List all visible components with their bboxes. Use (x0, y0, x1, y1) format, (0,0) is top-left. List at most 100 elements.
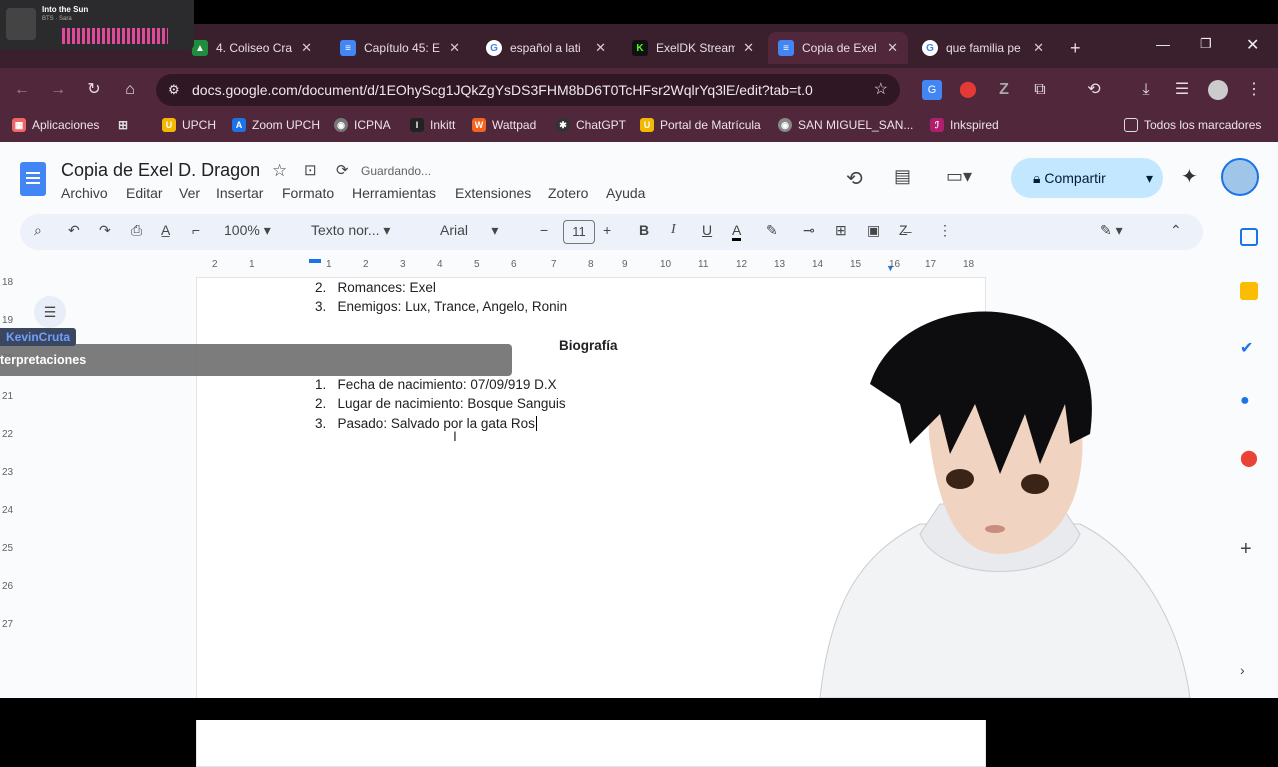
add-comment-icon[interactable]: ⊞ (835, 222, 847, 239)
close-icon[interactable]: ✕ (743, 40, 754, 56)
redo-icon[interactable]: ↷ (99, 222, 111, 239)
print-icon[interactable]: ⎙ (131, 222, 142, 239)
search-menus-icon[interactable]: ⌕ (34, 222, 42, 239)
maps-icon[interactable]: ⬤ (1240, 448, 1258, 467)
editing-mode-icon[interactable]: ✎ ▾ (1100, 222, 1123, 239)
menu-ayuda[interactable]: Ayuda (606, 185, 645, 201)
forward-icon[interactable]: → (48, 80, 68, 100)
star-icon[interactable]: ☆ (272, 161, 287, 181)
bookmark-zoom-upch[interactable]: A Zoom UPCH (232, 118, 320, 132)
zoom-select[interactable]: 100% ▾ (224, 222, 271, 239)
bold-icon[interactable]: B (639, 222, 649, 238)
outline-icon[interactable]: ☰ (34, 296, 66, 328)
font-select[interactable]: Arial ▾ (440, 222, 498, 239)
globe-icon: ◉ (334, 118, 348, 132)
italic-icon[interactable]: I (671, 222, 676, 238)
restore-icon[interactable]: ❐ (1200, 36, 1212, 52)
keep-icon[interactable] (1240, 282, 1258, 300)
tab-exeldk-stream[interactable]: K ExelDK Stream ✕ (622, 32, 764, 64)
highlight-icon[interactable]: ✎ (766, 222, 778, 239)
bookmark-label: Portal de Matrícula (660, 118, 761, 132)
close-icon[interactable]: ✕ (887, 40, 898, 56)
add-addon-icon[interactable]: + (1240, 538, 1258, 560)
history-icon[interactable]: ⟲ (1084, 80, 1104, 100)
gemini-icon[interactable]: ✦ (1181, 164, 1198, 189)
reload-icon[interactable]: ↻ (84, 80, 104, 100)
version-history-icon[interactable]: ⟲ (846, 166, 863, 191)
menu-insertar[interactable]: Insertar (216, 185, 263, 201)
move-folder-icon[interactable]: ⊡ (304, 161, 317, 179)
bookmark-icpna[interactable]: ◉ ICPNA (334, 118, 391, 132)
comments-icon[interactable]: ▤ (894, 166, 911, 187)
close-icon[interactable]: ✕ (595, 40, 606, 56)
bookmark-grid[interactable]: ⊞ (116, 118, 130, 132)
bookmark-inkspired[interactable]: ℐ Inkspired (930, 118, 999, 132)
more-menu-icon[interactable]: ⋮ (1244, 80, 1264, 100)
tab-espanol[interactable]: G español a lati ✕ (476, 32, 616, 64)
zotero-extension-icon[interactable]: Z (994, 80, 1014, 100)
extensions-icon[interactable]: ⧉ (1030, 80, 1050, 100)
bookmark-san-miguel[interactable]: ◉ SAN MIGUEL_SAN... (778, 118, 913, 132)
tab-que-familia[interactable]: G que familia pe ✕ (912, 32, 1054, 64)
bookmark-label: Inkspired (950, 118, 999, 132)
menu-editar[interactable]: Editar (126, 185, 163, 201)
translate-extension-icon[interactable]: G (922, 80, 942, 100)
all-bookmarks[interactable]: Todos los marcadores (1124, 118, 1261, 132)
new-tab-button[interactable]: + (1060, 32, 1088, 64)
insert-image-icon[interactable]: ▣ (867, 222, 880, 239)
bookmark-star-icon[interactable]: ☆ (874, 74, 888, 106)
menu-ver[interactable]: Ver (179, 185, 200, 201)
contacts-icon[interactable]: ● (1240, 392, 1258, 410)
calendar-icon[interactable] (1240, 228, 1258, 246)
minimize-icon[interactable]: — (1156, 36, 1170, 52)
menu-extensiones[interactable]: Extensiones (455, 185, 531, 201)
underline-icon[interactable]: U (702, 222, 712, 238)
tab-copia-exel[interactable]: ≡ Copia de Exel ✕ (768, 32, 908, 64)
docs-logo-icon[interactable] (20, 162, 46, 196)
text-color-icon[interactable]: A (732, 222, 742, 241)
tab-capitulo[interactable]: ≡ Capítulo 45: E ✕ (330, 32, 470, 64)
link-icon[interactable]: ⊸ (803, 222, 815, 239)
menu-formato[interactable]: Formato (282, 185, 334, 201)
tasks-icon[interactable]: ✔ (1240, 338, 1258, 357)
bookmark-portal-matricula[interactable]: U Portal de Matrícula (640, 118, 761, 132)
meet-icon[interactable]: ▭▾ (946, 166, 972, 187)
adblock-extension-icon[interactable]: ⬤ (958, 80, 978, 100)
window-close-icon[interactable]: ✕ (1246, 35, 1259, 55)
more-options-icon[interactable]: ⋮ (938, 222, 952, 239)
account-avatar[interactable] (1221, 158, 1259, 196)
share-button[interactable]: 🔒︎ Compartir ▾ (1011, 158, 1163, 198)
clear-format-icon[interactable]: Z̶ (899, 222, 908, 238)
site-info-icon[interactable]: ⚙ (168, 74, 180, 106)
back-icon[interactable]: ← (12, 80, 32, 100)
close-icon[interactable]: ✕ (449, 40, 460, 56)
bookmark-wattpad[interactable]: W Wattpad (472, 118, 536, 132)
menu-zotero[interactable]: Zotero (548, 185, 588, 201)
chevron-down-icon[interactable]: ▾ (1146, 158, 1153, 198)
address-bar[interactable]: ⚙ docs.google.com/document/d/1EOhyScg1JQ… (156, 74, 900, 106)
chevron-right-icon[interactable]: › (1240, 662, 1258, 680)
paint-format-icon[interactable]: ⌐ (192, 222, 200, 238)
close-icon[interactable]: ✕ (1033, 40, 1044, 56)
download-icon[interactable]: ⤓ (1136, 80, 1156, 100)
menu-herramientas[interactable]: Herramientas (352, 185, 436, 201)
decrease-font-size-icon[interactable]: − (540, 222, 548, 238)
bookmark-chatgpt[interactable]: ✱ ChatGPT (556, 118, 626, 132)
bookmark-aplicaciones[interactable]: ▦ Aplicaciones (12, 118, 99, 132)
media-control-icon[interactable]: ☰ (1172, 80, 1192, 100)
home-icon[interactable]: ⌂ (120, 80, 140, 100)
bookmark-upch[interactable]: U UPCH (162, 118, 216, 132)
menu-archivo[interactable]: Archivo (61, 185, 108, 201)
collapse-menus-icon[interactable]: ⌃ (1170, 222, 1182, 239)
spellcheck-icon[interactable]: A̲ (161, 222, 170, 238)
style-select[interactable]: Texto nor... ▾ (311, 222, 390, 239)
bookmark-inkitt[interactable]: I Inkitt (410, 118, 455, 132)
indent-marker[interactable] (309, 259, 321, 263)
undo-icon[interactable]: ↶ (68, 222, 80, 239)
increase-font-size-icon[interactable]: + (603, 222, 611, 238)
close-icon[interactable]: ✕ (301, 40, 312, 56)
tab-coliseo[interactable]: ▲ 4. Coliseo Cra ✕ (182, 32, 322, 64)
profile-avatar[interactable] (1208, 80, 1228, 100)
document-title[interactable]: Copia de Exel D. Dragon (61, 160, 260, 181)
font-size-input[interactable]: 11 (563, 220, 595, 244)
